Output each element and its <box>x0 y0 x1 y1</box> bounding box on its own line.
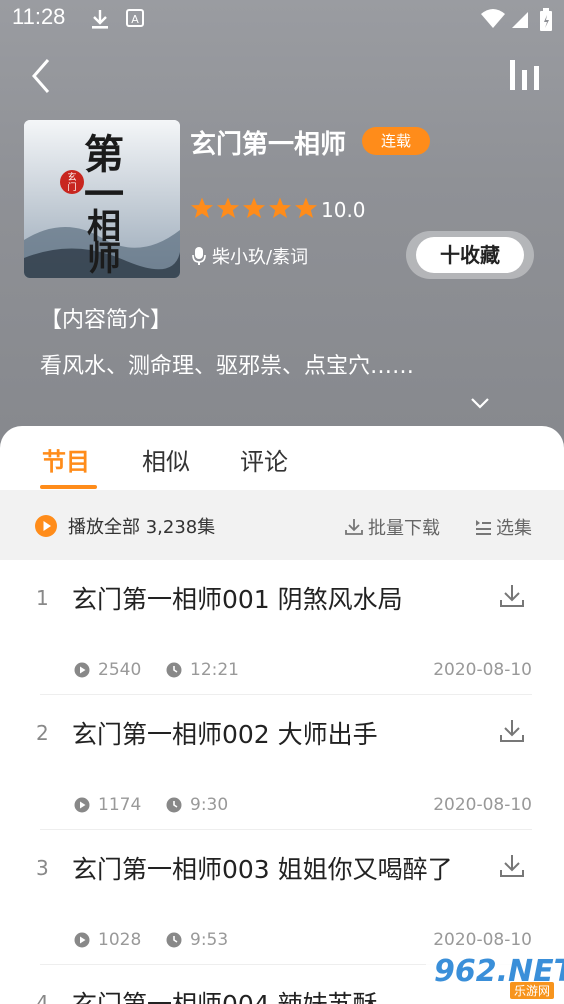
book-cover-art: 第 一 相 师 玄 门 <box>24 120 180 278</box>
list-select-icon <box>476 520 491 535</box>
select-episodes-button[interactable]: 选集 <box>474 514 532 540</box>
download-icon <box>500 855 524 877</box>
play-circle-icon <box>35 515 57 537</box>
rating-score: 10.0 <box>321 198 366 222</box>
episode-index: 2 <box>36 721 49 745</box>
episode-toolbar: 播放全部 3,238集 批量下载 选集 <box>0 490 564 560</box>
svg-text:师: 师 <box>87 239 121 278</box>
signal-icon <box>510 8 530 34</box>
download-icon <box>500 720 524 742</box>
status-bar: 11:28 A <box>0 0 564 40</box>
status-badge: 连载 <box>362 127 430 155</box>
status-time: 11:28 <box>12 4 66 29</box>
book-header: 11:28 A 第 一 相 师 玄 门 玄门第一相师 连载 10.0 柴小玖/素… <box>0 0 564 460</box>
episode-title: 玄门第一相师002 大师出手 <box>72 720 378 749</box>
download-icon <box>500 585 524 607</box>
download-notification-icon <box>90 8 110 34</box>
episode-play-count: 1028 <box>74 930 141 950</box>
episode-download-button[interactable] <box>498 717 526 745</box>
collect-button-label: 十收藏 <box>416 237 524 273</box>
episode-download-button[interactable] <box>498 582 526 610</box>
play-count-icon <box>74 932 90 948</box>
episode-download-button[interactable] <box>498 852 526 880</box>
episode-index: 1 <box>36 586 49 610</box>
tab-episodes[interactable]: 节目 <box>42 442 90 477</box>
battery-icon <box>540 8 552 36</box>
play-count-value: 1174 <box>98 795 142 815</box>
episode-duration: 12:21 <box>166 660 239 680</box>
clock-icon <box>166 662 182 678</box>
play-count-icon <box>74 662 90 678</box>
tab-comments[interactable]: 评论 <box>240 442 288 477</box>
microphone-icon <box>192 247 206 265</box>
play-count-value: 1028 <box>98 930 142 950</box>
play-count-icon <box>74 797 90 813</box>
content-card: 节目 相似 评论 播放全部 3,238集 批量下载 选集 1 玄门第一相师001… <box>0 426 564 1004</box>
episode-title: 玄门第一相师004 辣妹苏酥 <box>72 985 378 1004</box>
play-all-label: 播放全部 3,238集 <box>68 517 216 538</box>
episode-duration: 9:30 <box>166 795 228 815</box>
clock-icon <box>166 797 182 813</box>
keyboard-notification-icon: A <box>126 8 144 32</box>
intro-label: 【内容简介】 <box>40 308 173 333</box>
episode-item[interactable]: 3 玄门第一相师003 姐姐你又喝醉了 1028 9:53 2020-08-10 <box>0 830 564 965</box>
star-icon <box>243 197 265 218</box>
episode-index: 4 <box>36 991 49 1004</box>
wifi-icon <box>480 8 506 34</box>
watermark-sub-text: 乐游网 <box>509 982 554 999</box>
svg-text:玄: 玄 <box>67 171 76 183</box>
clock-icon <box>166 932 182 948</box>
episode-item[interactable]: 2 玄门第一相师002 大师出手 1174 9:30 2020-08-10 <box>0 695 564 830</box>
episode-play-count: 1174 <box>74 795 141 815</box>
chevron-left-icon <box>32 59 50 93</box>
svg-text:门: 门 <box>67 181 76 193</box>
star-icon <box>269 197 291 218</box>
download-icon <box>345 519 363 535</box>
expand-intro-button[interactable] <box>468 393 492 413</box>
tab-similar[interactable]: 相似 <box>142 442 190 477</box>
episode-title: 玄门第一相师001 阴煞风水局 <box>72 585 403 614</box>
episode-title: 玄门第一相师003 姐姐你又喝醉了 <box>72 855 453 884</box>
svg-text:A: A <box>131 13 139 26</box>
episode-date: 2020-08-10 <box>433 660 532 680</box>
episode-play-count: 2540 <box>74 660 141 680</box>
rating-stars <box>190 196 318 224</box>
equalizer-button[interactable] <box>508 58 542 92</box>
site-watermark-logo: 962.NET 乐游网 <box>426 952 564 1000</box>
author-name: 柴小玖/素词 <box>212 247 309 268</box>
book-title: 玄门第一相师 <box>190 130 347 160</box>
tab-underline <box>40 485 97 489</box>
batch-download-button[interactable]: 批量下载 <box>344 514 440 540</box>
star-icon <box>191 197 213 218</box>
chevron-down-icon <box>471 398 489 409</box>
author-row[interactable]: 柴小玖/素词 <box>192 243 308 269</box>
star-icon <box>217 197 239 218</box>
episode-duration: 9:53 <box>166 930 228 950</box>
play-all-button[interactable]: 播放全部 3,238集 <box>34 513 215 539</box>
episode-date: 2020-08-10 <box>433 795 532 815</box>
batch-download-label: 批量下载 <box>368 518 440 539</box>
equalizer-icon <box>510 60 539 90</box>
duration-value: 12:21 <box>190 660 239 680</box>
book-cover-image[interactable]: 第 一 相 师 玄 门 <box>24 120 180 278</box>
intro-text: 看风水、测命理、驱邪祟、点宝穴…… <box>40 354 415 379</box>
duration-value: 9:53 <box>190 930 229 950</box>
play-count-value: 2540 <box>98 660 142 680</box>
duration-value: 9:30 <box>190 795 229 815</box>
star-icon <box>295 197 317 218</box>
select-episodes-label: 选集 <box>496 518 532 539</box>
episode-item[interactable]: 1 玄门第一相师001 阴煞风水局 2540 12:21 2020-08-10 <box>0 560 564 695</box>
episode-index: 3 <box>36 856 49 880</box>
collect-button[interactable]: 十收藏 <box>406 231 534 279</box>
back-button[interactable] <box>24 56 60 96</box>
episode-date: 2020-08-10 <box>433 930 532 950</box>
